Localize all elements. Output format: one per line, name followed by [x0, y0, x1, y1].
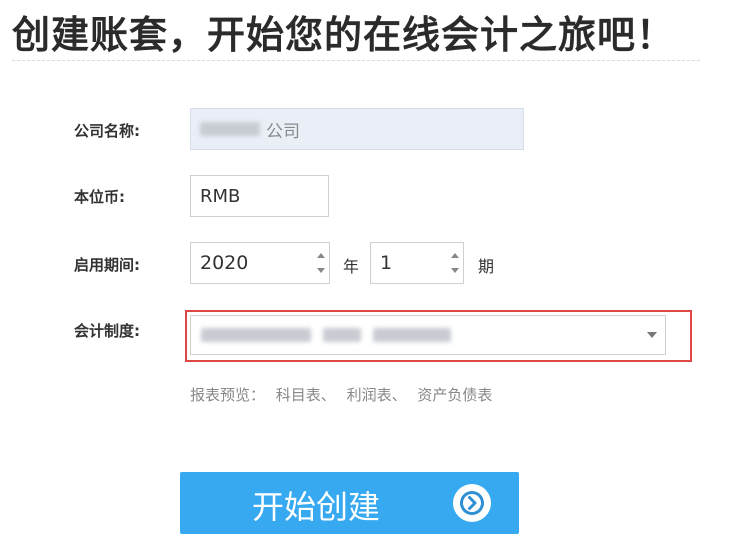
period-spinner-arrows[interactable]	[447, 243, 463, 283]
accounting-system-label: 会计制度:	[74, 322, 140, 340]
year-value: 2020	[200, 252, 249, 274]
preview-link-income-statement[interactable]: 利润表、	[347, 386, 407, 404]
company-name-label: 公司名称:	[74, 122, 140, 140]
period-spinner[interactable]: 1	[370, 242, 464, 284]
redacted-company-name	[200, 122, 260, 136]
title-divider	[12, 60, 700, 61]
year-unit: 年	[343, 257, 360, 276]
redacted-select-value	[201, 328, 311, 342]
arrow-down-icon[interactable]	[317, 268, 325, 273]
period-value: 1	[380, 252, 393, 274]
preview-link-chart-of-accounts[interactable]: 科目表、	[276, 386, 336, 404]
redacted-select-value	[323, 328, 361, 342]
arrow-up-icon[interactable]	[317, 253, 325, 258]
arrow-up-icon[interactable]	[451, 253, 459, 258]
accounting-system-select[interactable]	[190, 315, 666, 355]
year-spinner-arrows[interactable]	[313, 243, 329, 283]
caret-down-icon[interactable]	[647, 332, 657, 338]
arrow-down-icon[interactable]	[451, 268, 459, 273]
company-name-suffix: 公司	[266, 121, 300, 142]
year-spinner[interactable]: 2020	[190, 242, 330, 284]
start-create-label: 开始创建	[252, 488, 381, 526]
report-preview-label: 报表预览：	[190, 386, 266, 404]
company-name-input[interactable]: 公司	[190, 108, 524, 150]
start-period-label: 启用期间:	[74, 256, 140, 274]
report-preview: 报表预览： 科目表、 利润表、 资产负债表	[190, 384, 498, 405]
base-currency-label: 本位币:	[74, 188, 125, 206]
base-currency-input[interactable]: RMB	[190, 175, 329, 217]
page-title: 创建账套，开始您的在线会计之旅吧！	[12, 13, 676, 57]
redacted-select-value	[373, 328, 451, 342]
chevron-right-circle-icon	[453, 484, 491, 522]
start-create-button[interactable]: 开始创建	[180, 472, 519, 534]
preview-link-balance-sheet[interactable]: 资产负债表	[417, 386, 492, 404]
period-unit: 期	[478, 257, 495, 276]
